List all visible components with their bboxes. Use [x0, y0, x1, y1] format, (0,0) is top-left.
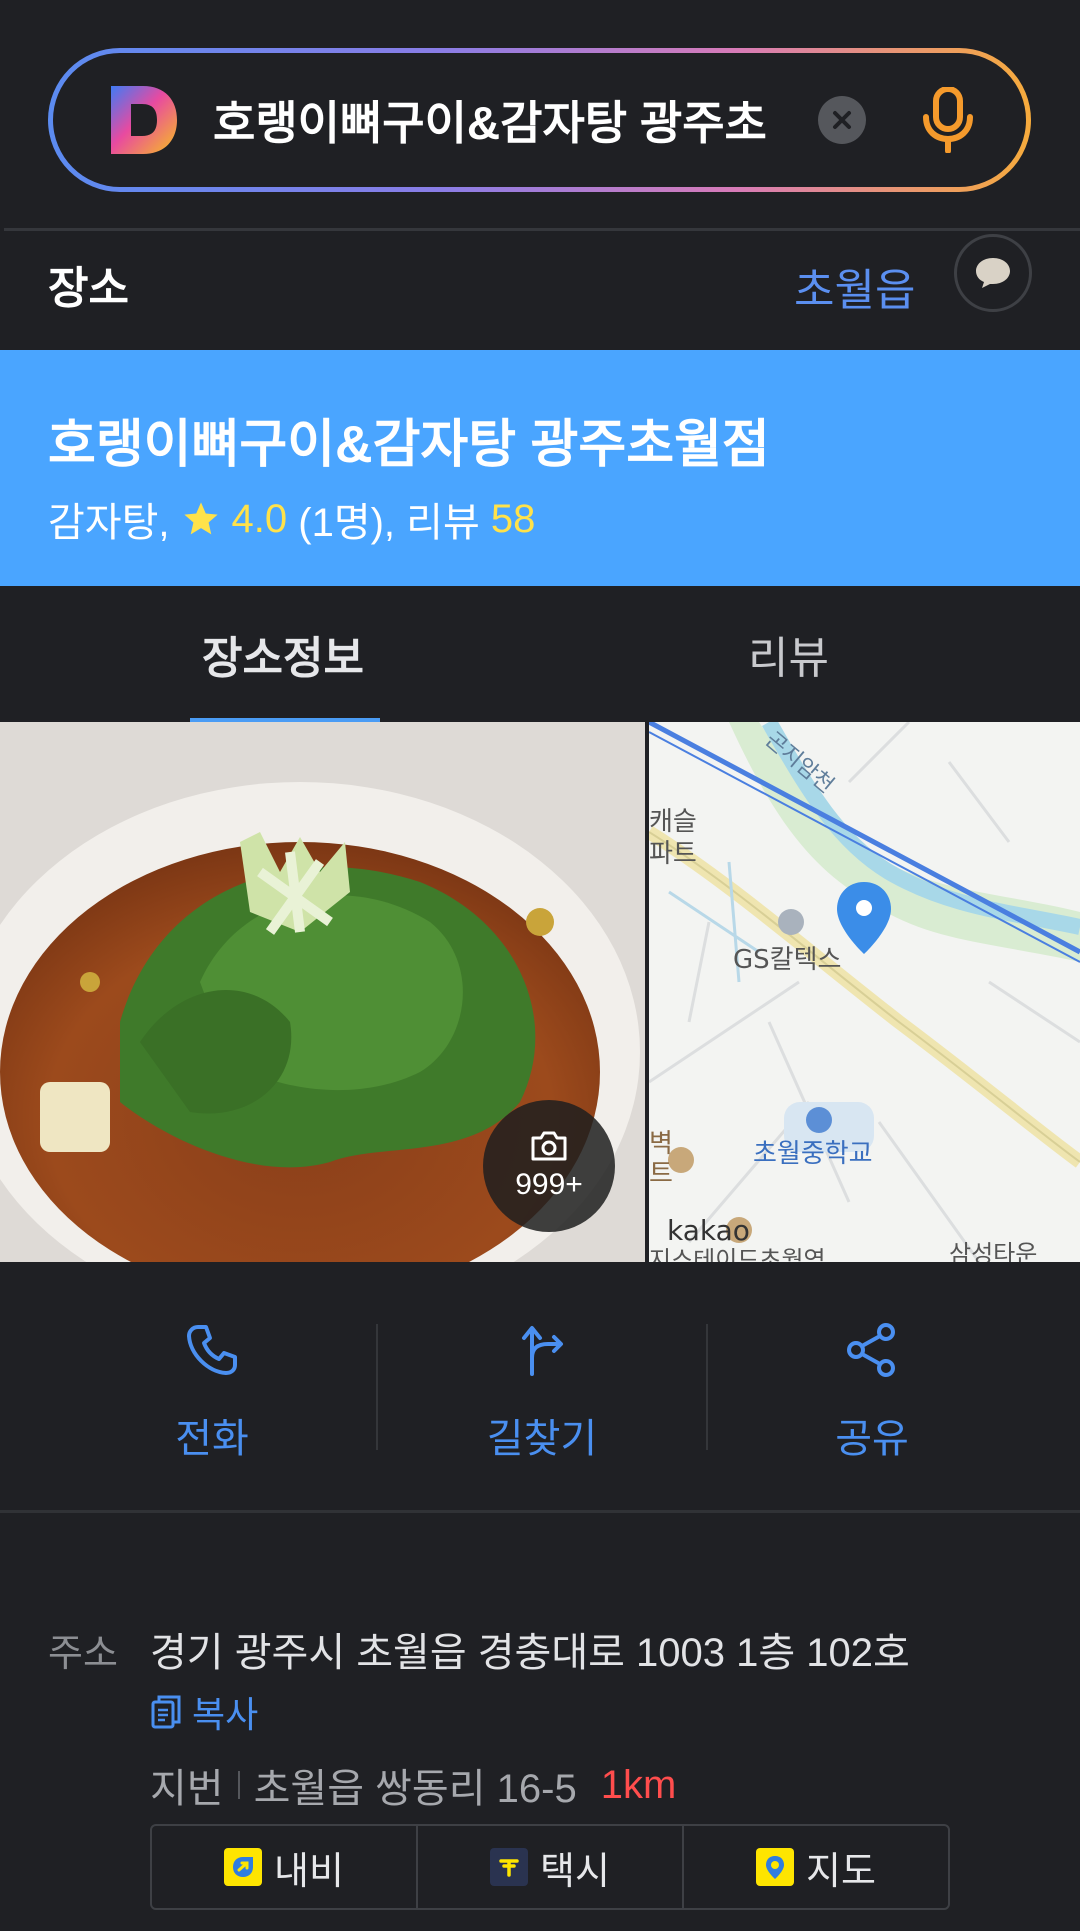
- search-bar[interactable]: 호랭이뼈구이&감자탕 광주초: [48, 48, 1031, 192]
- camera-icon: [531, 1131, 567, 1161]
- svg-text:벽: 벽: [649, 1129, 673, 1159]
- place-banner: 호랭이뼈구이&감자탕 광주초월점 감자탕, 4.0 (1명), 리뷰 58: [0, 350, 1080, 586]
- food-photo[interactable]: 999+: [0, 722, 645, 1262]
- call-button[interactable]: 전화: [48, 1262, 376, 1510]
- rating-value: 4.0: [231, 496, 288, 541]
- map-preview[interactable]: 곤지암천 캐슬 파트 GS칼텍스 초월중학교 벽 트 kakao 지스테이드초월…: [649, 722, 1080, 1262]
- daum-logo-icon[interactable]: [109, 84, 179, 156]
- navi-label: 내비: [274, 1850, 344, 1893]
- action-bar: 전화 길찾기 공유: [0, 1262, 1080, 1510]
- lot-label: 지번: [150, 1767, 224, 1811]
- svg-text:트: 트: [649, 1159, 673, 1189]
- address-link-buttons: 내비 택시 지도: [150, 1824, 950, 1910]
- star-icon: [183, 502, 218, 535]
- place-name: 호랭이뼈구이&감자탕 광주초월점: [48, 416, 770, 474]
- map-button[interactable]: 지도: [682, 1826, 948, 1908]
- call-label: 전화: [175, 1417, 249, 1461]
- review-count[interactable]: 58: [491, 497, 536, 542]
- svg-text:파트: 파트: [649, 839, 697, 869]
- svg-text:캐슬: 캐슬: [649, 807, 697, 837]
- section-divider: [0, 1510, 1080, 1513]
- map-label: 지도: [806, 1850, 876, 1893]
- svg-text:kakao: kakao: [667, 1214, 750, 1247]
- clear-search-button[interactable]: [818, 96, 866, 144]
- microphone-icon[interactable]: [920, 87, 976, 153]
- rating-count-text: (1명), 리뷰: [298, 501, 480, 545]
- photo-count: 999+: [515, 1168, 583, 1201]
- taxi-button[interactable]: 택시: [416, 1826, 682, 1908]
- photo-count-badge[interactable]: 999+: [483, 1100, 615, 1232]
- section-title: 장소: [48, 264, 129, 313]
- share-label: 공유: [835, 1417, 909, 1461]
- speech-bubble-icon: [976, 258, 1010, 288]
- search-input[interactable]: 호랭이뼈구이&감자탕 광주초: [213, 87, 788, 153]
- share-icon: [847, 1323, 895, 1377]
- header-divider: [4, 228, 1080, 231]
- directions-button[interactable]: 길찾기: [378, 1262, 706, 1510]
- road-address: 경기 광주시 초월읍 경충대로 1003 1층 102호: [150, 1631, 910, 1675]
- place-category: 감자탕,: [48, 501, 170, 545]
- navi-button[interactable]: 내비: [152, 1826, 416, 1908]
- address-label: 주소: [48, 1633, 118, 1675]
- svg-text:삼성타운: 삼성타운: [949, 1240, 1037, 1262]
- feedback-button[interactable]: [954, 234, 1032, 312]
- rating-count: [287, 497, 298, 542]
- lot-address: 초월읍 쌍동리 16-5: [253, 1767, 577, 1811]
- section-header: 장소 초월읍: [0, 232, 1080, 350]
- tab-bar: 장소정보 리뷰: [0, 586, 1080, 722]
- directions-icon: [522, 1326, 563, 1376]
- media-section: 999+ 곤지암천 캐슬 파트 GS칼텍스 초월중학교 벽 트 kakao 지스…: [0, 722, 1080, 1262]
- tab-place-info[interactable]: 장소정보: [0, 586, 534, 722]
- phone-icon: [187, 1325, 237, 1375]
- svg-text:지스테이드초월역: 지스테이드초월역: [649, 1246, 826, 1262]
- copy-icon: [151, 1695, 181, 1729]
- taxi-icon: [490, 1848, 529, 1886]
- lot-separator: [237, 1771, 240, 1799]
- directions-label: 길찾기: [486, 1417, 598, 1461]
- svg-text:GS칼텍스: GS칼텍스: [733, 945, 841, 975]
- copy-label: 복사: [192, 1694, 259, 1735]
- map-pin-icon: [756, 1848, 795, 1886]
- copy-address-button[interactable]: 복사: [150, 1686, 258, 1738]
- share-button[interactable]: 공유: [708, 1262, 1036, 1510]
- distance-value: 1km: [600, 1762, 677, 1807]
- map-image: 곤지암천 캐슬 파트 GS칼텍스 초월중학교 벽 트 kakao 지스테이드초월…: [649, 722, 1080, 1262]
- lot-address-row: 지번 초월읍 쌍동리 16-5 1km: [150, 1756, 676, 1814]
- svg-text:초월중학교: 초월중학교: [753, 1139, 873, 1169]
- location-filter-link[interactable]: 초월읍: [794, 254, 915, 318]
- close-icon: [833, 111, 851, 129]
- tab-reviews[interactable]: 리뷰: [534, 586, 1080, 722]
- search-bar-inner: 호랭이뼈구이&감자탕 광주초: [53, 53, 1026, 187]
- navi-icon: [224, 1848, 263, 1886]
- taxi-label: 택시: [540, 1850, 610, 1893]
- place-meta: 감자탕, 4.0 (1명), 리뷰 58: [48, 490, 535, 548]
